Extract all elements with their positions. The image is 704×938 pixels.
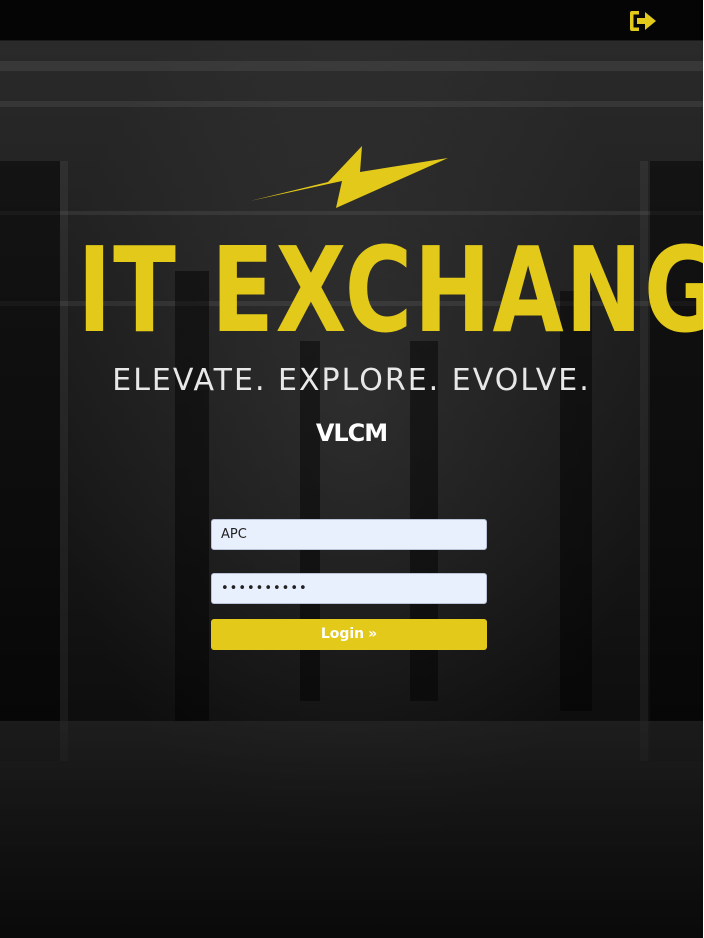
top-bar — [0, 0, 704, 41]
hero-background: IT EXCHANGE ELEVATE. EXPLORE. EVOLVE. VL… — [0, 41, 703, 938]
tagline: ELEVATE. EXPLORE. EVOLVE. — [112, 363, 591, 398]
password-field[interactable] — [211, 573, 487, 604]
login-button[interactable]: Login» — [211, 619, 487, 650]
login-label: Login — [320, 626, 365, 642]
company-logo: VLCM — [315, 419, 388, 447]
logout-button[interactable] — [628, 8, 658, 34]
double-chevron-right-icon: » — [368, 626, 378, 642]
lightning-bolt-icon — [250, 146, 448, 208]
app-title: IT EXCHANGE — [77, 221, 703, 359]
sign-out-icon — [630, 11, 656, 31]
username-field[interactable] — [211, 519, 487, 550]
